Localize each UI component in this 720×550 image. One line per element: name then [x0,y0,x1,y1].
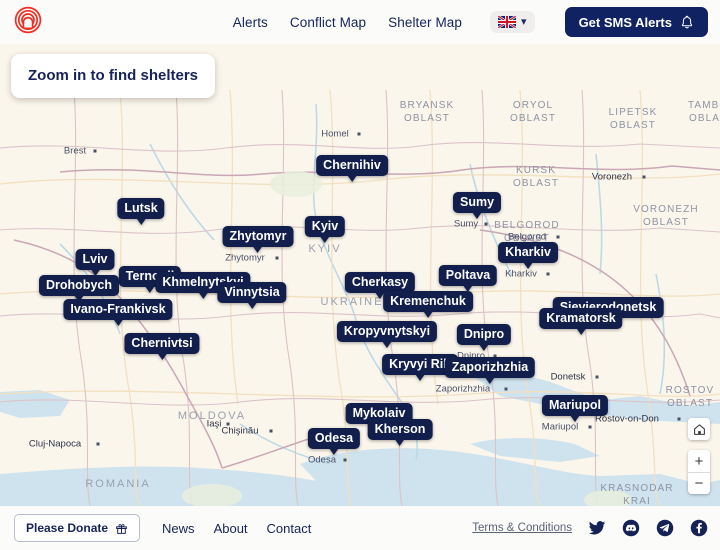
map-pin-label: Lutsk [117,198,164,219]
map-pin-mariupol[interactable]: Mariupol [542,395,608,422]
pin-tail [485,377,495,384]
map-pin-label: Zhytomyr [223,226,294,247]
donate-button-label: Please Donate [26,521,108,535]
pin-tail [320,236,330,243]
map-pin-label: Odesa [308,428,360,449]
map-pin-label: Ivano-Frankivsk [63,299,172,320]
map-pin-label: Kherson [368,419,433,440]
language-selector[interactable]: ▾ [490,11,535,33]
map-canvas[interactable]: BRYANSKOBLAST ORYOLOBLAST LIPETSKOBLAST … [0,44,720,506]
pin-tail [382,341,392,348]
pin-tail [136,218,146,225]
map-pin-label: Kyiv [305,216,345,237]
terms-and-conditions-link[interactable]: Terms & Conditions [472,522,572,534]
map-pin-kharkiv[interactable]: Kharkiv [498,242,558,269]
logo-link[interactable] [0,6,44,38]
pin-tail [395,439,405,446]
nav-shelter-map[interactable]: Shelter Map [388,15,462,30]
map-pin-label: Kropyvnytskyi [337,321,437,342]
footer-link-contact[interactable]: Contact [267,521,312,536]
map-pin-zaporizhzhia[interactable]: Zaporizhzhia [445,357,535,384]
app-root: Alerts Conflict Map Shelter Map ▾ Get SM… [0,0,720,550]
site-header: Alerts Conflict Map Shelter Map ▾ Get SM… [0,0,720,44]
map-pin-ivano-frankivsk[interactable]: Ivano-Frankivsk [63,299,172,326]
sms-button-label: Get SMS Alerts [579,15,672,30]
map-pin-label: Vinnytsia [217,282,286,303]
discord-icon[interactable] [622,519,640,537]
pin-tail [523,262,533,269]
map-pin-label: Chernihiv [316,155,388,176]
nav-alerts[interactable]: Alerts [233,15,268,30]
home-control-box [688,418,710,440]
map-pin-label: Lviv [75,249,114,270]
get-sms-alerts-button[interactable]: Get SMS Alerts [565,7,708,37]
zoom-control-box: + − [688,450,710,494]
please-donate-button[interactable]: Please Donate [14,514,140,542]
bell-icon [680,15,694,30]
map-pin-dnipro[interactable]: Dnipro [457,324,511,351]
zoom-in-hint-card: Zoom in to find shelters [11,54,215,98]
nav-conflict-map[interactable]: Conflict Map [290,15,366,30]
twitter-icon[interactable] [588,519,606,537]
telegram-icon[interactable] [656,519,674,537]
pin-tail [576,328,586,335]
map-controls: + − [688,418,710,494]
facebook-icon[interactable] [690,519,708,537]
footer-right-group: Terms & Conditions [472,519,708,537]
footer-link-news[interactable]: News [162,521,195,536]
map-zoom-in-button[interactable]: + [688,450,710,472]
site-footer: Please Donate News About Contact Terms &… [0,506,720,550]
map-pin-chernivtsi[interactable]: Chernivtsi [124,333,199,360]
pin-tail [157,353,167,360]
map-pin-label: Chernivtsi [124,333,199,354]
map-pin-drohobych[interactable]: Drohobych [39,275,119,302]
map-pin-label: Mariupol [542,395,608,416]
map-pin-label: Sumy [453,192,501,213]
pin-tail [329,448,339,455]
map-zoom-out-button[interactable]: − [688,472,710,494]
chevron-down-icon: ▾ [521,17,527,28]
pin-tail [472,212,482,219]
pin-tail [570,415,580,422]
pin-tail [113,319,123,326]
map-pin-lutsk[interactable]: Lutsk [117,198,164,225]
uk-flag-icon [498,16,516,28]
map-pin-kherson[interactable]: Kherson [368,419,433,446]
map-pin-label: Kremenchuk [383,291,473,312]
zoom-in-hint-text: Zoom in to find shelters [28,67,198,84]
pin-tail [479,344,489,351]
map-pin-label: Drohobych [39,275,119,296]
pin-tail [423,311,433,318]
footer-links: News About Contact [162,521,311,536]
map-pin-sumy[interactable]: Sumy [453,192,501,219]
map-pin-kyiv[interactable]: Kyiv [305,216,345,243]
pin-tail [198,292,208,299]
map-pin-poltava[interactable]: Poltava [439,265,497,292]
map-pin-kropyvnytskyi[interactable]: Kropyvnytskyi [337,321,437,348]
pin-tail [347,175,357,182]
map-home-button[interactable] [688,418,710,440]
map-pin-lviv[interactable]: Lviv [75,249,114,276]
gift-icon [115,522,128,535]
main-navigation: Alerts Conflict Map Shelter Map ▾ Get SM… [233,7,720,37]
map-pin-label: Cherkasy [345,272,415,293]
map-pin-label: Kharkiv [498,242,558,263]
footer-link-about[interactable]: About [214,521,248,536]
map-pin-vinnytsia[interactable]: Vinnytsia [217,282,286,309]
pin-tail [145,286,155,293]
map-pin-label: Kramatorsk [539,308,622,329]
pin-tail [247,302,257,309]
map-pin-odesa[interactable]: Odesa [308,428,360,455]
pin-tail [415,374,425,381]
siren-icon [12,6,44,38]
pin-tail [253,246,263,253]
map-pin-label: Dnipro [457,324,511,345]
map-pin-label: Poltava [439,265,497,286]
map-pin-kremenchuk[interactable]: Kremenchuk [383,291,473,318]
home-icon [693,423,706,436]
map-pin-label: Zaporizhzhia [445,357,535,378]
map-pin-zhytomyr[interactable]: Zhytomyr [223,226,294,253]
map-pin-chernihiv[interactable]: Chernihiv [316,155,388,182]
map-pin-kramatorsk[interactable]: Kramatorsk [539,308,622,335]
